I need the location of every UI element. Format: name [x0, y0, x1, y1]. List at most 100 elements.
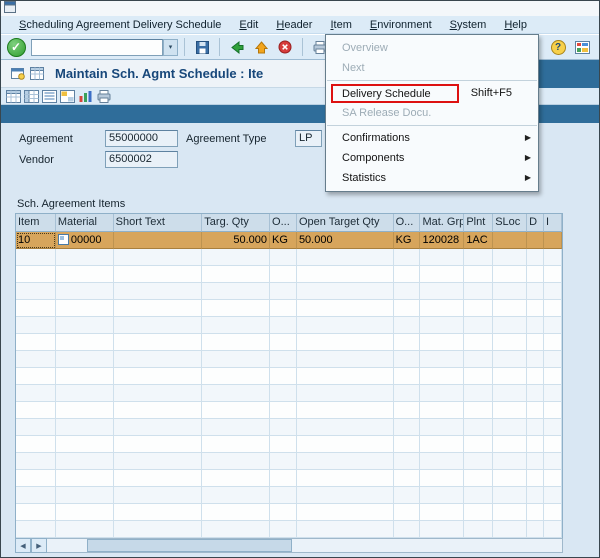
- title-menu-button[interactable]: [7, 64, 27, 84]
- menubar-item-environment[interactable]: Environment: [361, 17, 441, 33]
- cell-targ-qty: [202, 385, 270, 402]
- table-row[interactable]: [16, 249, 562, 266]
- cell-material: [56, 368, 114, 385]
- save-button[interactable]: [191, 36, 213, 58]
- table-row[interactable]: [16, 521, 562, 538]
- menu-item-next[interactable]: Next: [326, 58, 538, 78]
- cell-short-text: [114, 487, 203, 504]
- table-row[interactable]: [16, 453, 562, 470]
- cell-open-target-qty: [297, 521, 394, 538]
- command-input[interactable]: [31, 39, 163, 56]
- cell-i: [544, 504, 562, 521]
- cell-item: [16, 487, 56, 504]
- cell-targ-qty: [202, 470, 270, 487]
- table-row[interactable]: [16, 351, 562, 368]
- table-row[interactable]: [16, 283, 562, 300]
- menu-item-confirmations[interactable]: Confirmations▶: [326, 128, 538, 148]
- cell-sloc: [493, 385, 527, 402]
- table-row-selected[interactable]: 100000050.000KG50.000KG1200281AC: [16, 232, 562, 249]
- cell-material: [56, 453, 114, 470]
- customize-button[interactable]: [571, 36, 593, 58]
- cell-targ-qty: [202, 351, 270, 368]
- app-toolbar-button-1[interactable]: [5, 88, 22, 104]
- column-header-material[interactable]: Material: [56, 214, 114, 232]
- title-layout-button[interactable]: [27, 64, 47, 84]
- cell-d: [527, 436, 544, 453]
- scrollbar-thumb[interactable]: [87, 539, 292, 552]
- agreement-type-field[interactable]: LP: [295, 130, 322, 147]
- menu-item-sa-release-docu[interactable]: SA Release Docu.: [326, 103, 538, 123]
- app-toolbar-button-3[interactable]: [41, 88, 58, 104]
- form-icon: [10, 67, 25, 80]
- cell-short-text: [114, 283, 203, 300]
- cell-open-target-qty: [297, 504, 394, 521]
- cell-targ-qty: [202, 419, 270, 436]
- horizontal-scrollbar: ◀ ▶: [15, 538, 563, 553]
- cell-sloc: [493, 232, 527, 249]
- command-history-button[interactable]: ▾: [163, 39, 178, 56]
- menubar-item-scheduling-agreement-delivery-schedule[interactable]: Scheduling Agreement Delivery Schedule: [9, 17, 230, 33]
- cell-material: [56, 487, 114, 504]
- table-row[interactable]: [16, 266, 562, 283]
- table-row[interactable]: [16, 419, 562, 436]
- column-header-targ-qty[interactable]: Targ. Qty: [202, 214, 270, 232]
- cell-o: [394, 300, 421, 317]
- cell-item: [16, 283, 56, 300]
- toolbar-separator: [219, 38, 220, 56]
- cell-d: [527, 283, 544, 300]
- column-header-i[interactable]: I: [544, 214, 562, 232]
- menubar-item-system[interactable]: System: [441, 17, 496, 33]
- scrollbar-track[interactable]: [47, 538, 563, 553]
- agreement-field[interactable]: 55000000: [105, 130, 178, 147]
- menu-item-components[interactable]: Components ▶: [326, 148, 538, 168]
- menubar-item-item[interactable]: Item: [321, 17, 360, 33]
- column-header-short-text[interactable]: Short Text: [114, 214, 203, 232]
- app-toolbar-button-6[interactable]: [95, 88, 112, 104]
- cell-plnt: [464, 385, 493, 402]
- table-row[interactable]: [16, 436, 562, 453]
- cell-o: [394, 470, 421, 487]
- help-button[interactable]: ?: [547, 36, 569, 58]
- submenu-arrow-icon: ▶: [525, 154, 531, 162]
- column-header-sloc[interactable]: SLoc: [493, 214, 527, 232]
- cell-item: [16, 419, 56, 436]
- app-toolbar-button-2[interactable]: [23, 88, 40, 104]
- app-toolbar-button-5[interactable]: [77, 88, 94, 104]
- column-header-item[interactable]: Item: [16, 214, 56, 232]
- table-row[interactable]: [16, 300, 562, 317]
- back-button[interactable]: [226, 36, 248, 58]
- cell-open-target-qty: [297, 334, 394, 351]
- cell-short-text: [114, 436, 203, 453]
- menubar-item-edit[interactable]: Edit: [230, 17, 267, 33]
- column-header-d[interactable]: D: [527, 214, 544, 232]
- scroll-left-button[interactable]: ◀: [15, 538, 31, 553]
- column-header-open-target-qty[interactable]: Open Target Qty: [297, 214, 394, 232]
- column-header-o[interactable]: O...: [394, 214, 421, 232]
- agreement-label: Agreement: [19, 133, 73, 145]
- column-header-plnt[interactable]: Plnt: [464, 214, 493, 232]
- cancel-button[interactable]: [274, 36, 296, 58]
- vendor-field[interactable]: 6500002: [105, 151, 178, 168]
- menu-item-delivery-schedule[interactable]: Delivery ScheduleShift+F5: [326, 83, 538, 103]
- table-row[interactable]: [16, 385, 562, 402]
- table-row[interactable]: [16, 470, 562, 487]
- column-header-o[interactable]: O...: [270, 214, 297, 232]
- column-header-mat-grp[interactable]: Mat. Grp: [420, 214, 464, 232]
- table-row[interactable]: [16, 504, 562, 521]
- table-row[interactable]: [16, 487, 562, 504]
- cell-sloc: [493, 334, 527, 351]
- menubar-item-header[interactable]: Header: [267, 17, 321, 33]
- table-row[interactable]: [16, 368, 562, 385]
- menu-item-label: Components: [342, 152, 404, 164]
- table-row[interactable]: [16, 317, 562, 334]
- window-icon[interactable]: [4, 1, 16, 16]
- menu-item-overview[interactable]: Overview: [326, 38, 538, 58]
- menu-item-statistics[interactable]: Statistics▶: [326, 168, 538, 188]
- scroll-right-button[interactable]: ▶: [31, 538, 47, 553]
- enter-button[interactable]: ✓: [5, 36, 27, 58]
- app-toolbar-button-4[interactable]: [59, 88, 76, 104]
- table-row[interactable]: [16, 334, 562, 351]
- exit-button[interactable]: [250, 36, 272, 58]
- menubar-item-help[interactable]: Help: [495, 17, 536, 33]
- table-row[interactable]: [16, 402, 562, 419]
